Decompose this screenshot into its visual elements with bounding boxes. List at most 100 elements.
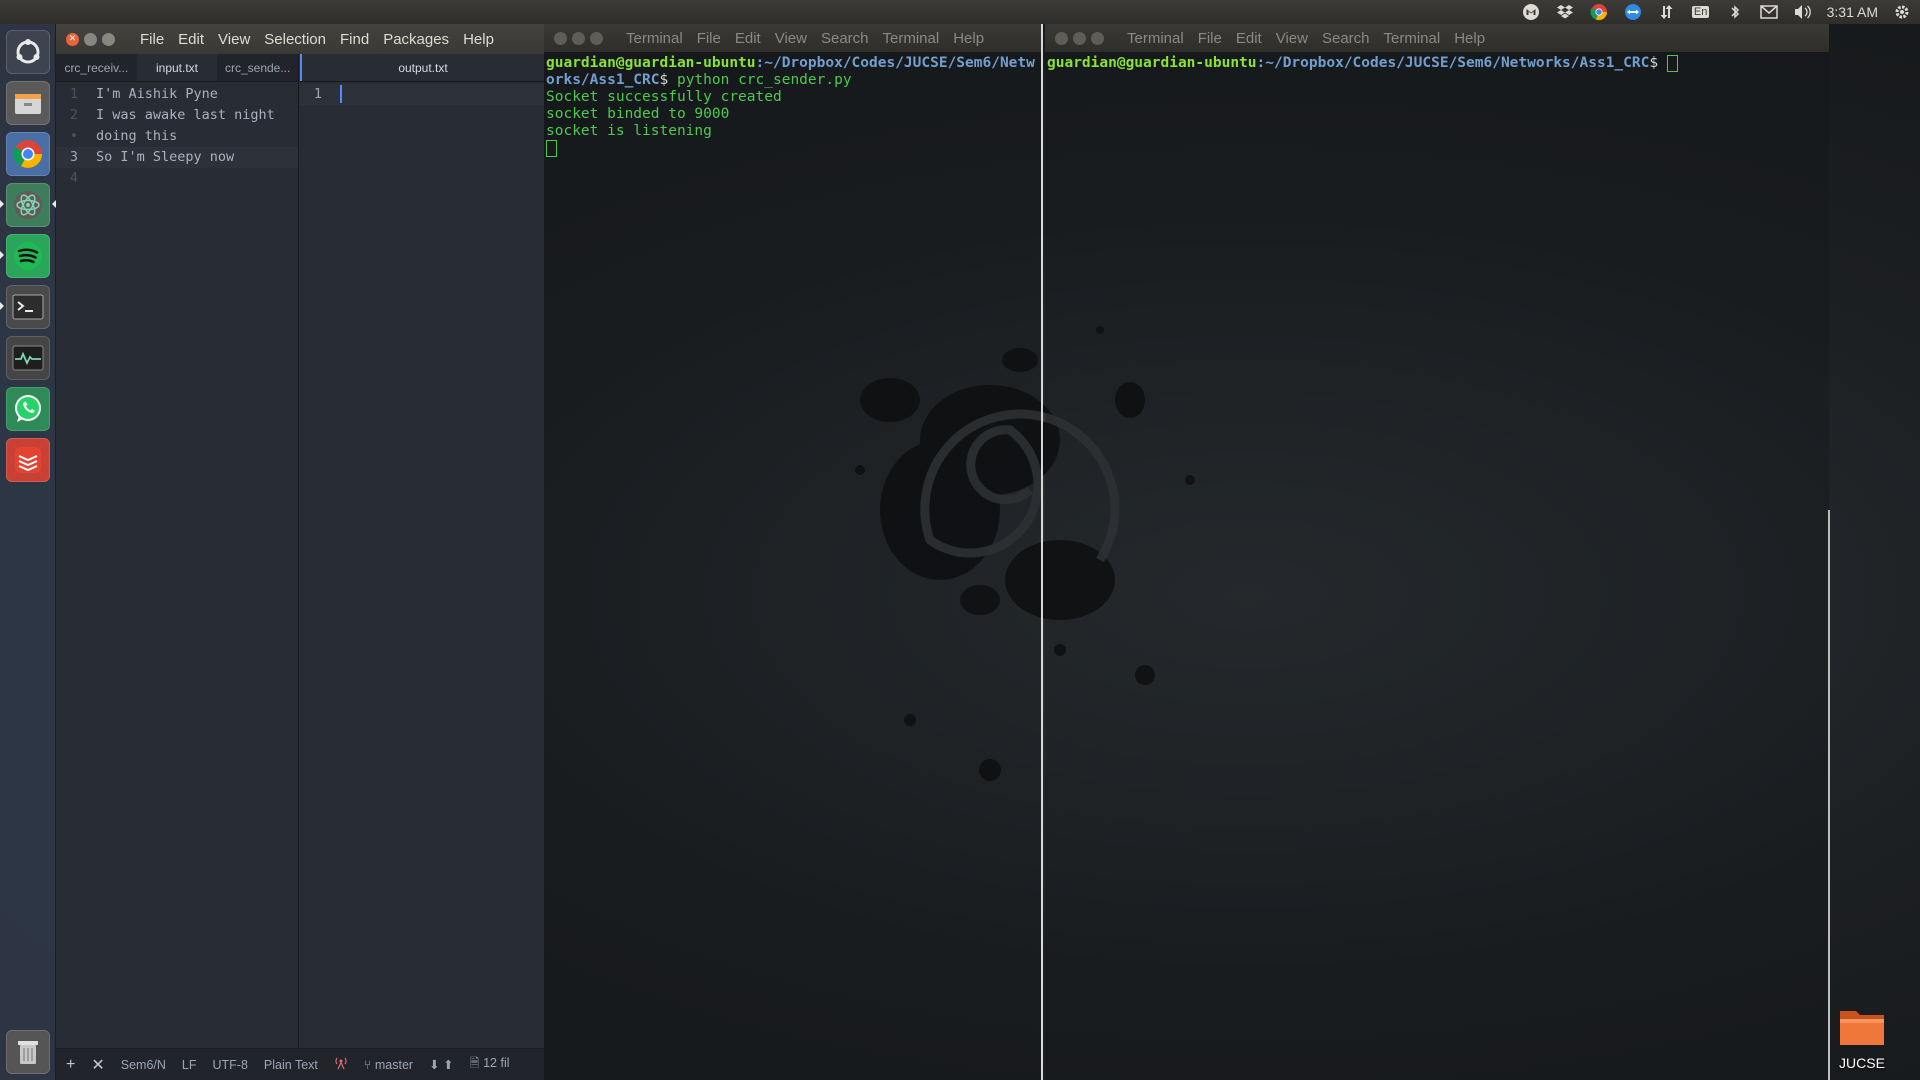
line-text: doing this xyxy=(96,128,178,144)
tab-crc-receiver[interactable]: crc_receiv... xyxy=(56,54,137,81)
code-line: 2 I was awake last night xyxy=(56,105,298,126)
terminal-output[interactable]: guardian@guardian-ubuntu:~/Dropbox/Codes… xyxy=(1045,52,1829,75)
menu-selection[interactable]: Selection xyxy=(264,31,326,48)
git-files-label: 12 fil xyxy=(483,1056,510,1070)
terminal-window-receiver: Terminal File Edit View Search Terminal … xyxy=(1045,24,1829,1080)
mail-icon[interactable] xyxy=(1759,3,1779,21)
whatsapp-icon[interactable] xyxy=(6,387,50,431)
menu-view[interactable]: View xyxy=(1276,30,1308,47)
prompt-user: guardian@guardian-ubuntu xyxy=(1047,55,1257,71)
output-line: Socket successfully created xyxy=(546,89,782,105)
arrow-up-icon: ⬆ xyxy=(443,1058,454,1072)
system-monitor-icon[interactable] xyxy=(6,336,50,380)
menu-edit[interactable]: Edit xyxy=(178,31,204,48)
gear-icon[interactable] xyxy=(1892,3,1912,21)
clock[interactable]: 3:31 AM xyxy=(1827,4,1878,20)
bluetooth-icon[interactable] xyxy=(1725,3,1745,21)
terminal-titlebar: Terminal File Edit View Search Terminal … xyxy=(1045,24,1829,52)
maximize-window-button[interactable] xyxy=(102,32,115,46)
close-pane-button[interactable]: ✕ xyxy=(91,1055,104,1075)
close-window-button[interactable]: ✕ xyxy=(66,32,79,46)
text-cursor xyxy=(340,85,342,103)
editor-pane-right: output.txt 1 xyxy=(300,54,544,1048)
minimize-window-button[interactable] xyxy=(84,32,97,46)
status-encoding[interactable]: UTF-8 xyxy=(213,1058,248,1072)
terminal-titlebar: Terminal File Edit View Search Terminal … xyxy=(544,24,1041,52)
menu-terminal[interactable]: Terminal xyxy=(1384,30,1441,47)
close-window-button[interactable] xyxy=(554,31,567,45)
files-icon[interactable] xyxy=(6,81,50,125)
ubuntu-search-icon[interactable] xyxy=(6,30,50,74)
maximize-window-button[interactable] xyxy=(590,31,603,45)
menu-edit[interactable]: Edit xyxy=(1236,30,1262,47)
tab-crc-sender[interactable]: crc_sende... xyxy=(217,54,298,81)
gmail-icon[interactable] xyxy=(1521,3,1541,21)
status-path[interactable]: Sem6/N xyxy=(121,1058,166,1072)
terminal-menubar: Terminal File Edit View Search Terminal … xyxy=(1127,30,1485,47)
desktop-folder-jucse[interactable]: JUCSE xyxy=(1832,1005,1892,1071)
tab-bar-left: crc_receiv... input.txt crc_sende... xyxy=(56,54,298,82)
menu-help[interactable]: Help xyxy=(463,31,494,48)
command-text: python crc_sender.py xyxy=(668,72,852,88)
add-pane-button[interactable]: + xyxy=(66,1056,75,1074)
line-text xyxy=(86,168,96,189)
menu-help[interactable]: Help xyxy=(1454,30,1485,47)
volume-icon[interactable] xyxy=(1793,3,1813,21)
prompt-path: :~/Dropbox/Codes/JUCSE/Sem6/Networks/Ass… xyxy=(1256,55,1650,71)
trash-icon[interactable] xyxy=(6,1030,50,1074)
tab-input-txt[interactable]: input.txt xyxy=(136,54,218,81)
teamviewer-icon[interactable] xyxy=(1623,3,1643,21)
prompt-user: guardian@guardian-ubuntu xyxy=(546,55,756,71)
menu-file[interactable]: File xyxy=(1198,30,1222,47)
spotify-icon[interactable] xyxy=(6,234,50,278)
menu-help[interactable]: Help xyxy=(953,30,984,47)
menu-find[interactable]: Find xyxy=(340,31,369,48)
line-text: I'm Aishik Pyne xyxy=(96,86,218,102)
menu-packages[interactable]: Packages xyxy=(383,31,449,48)
status-line-ending[interactable]: LF xyxy=(182,1058,197,1072)
git-branch[interactable]: ⑂ master xyxy=(364,1058,413,1072)
broadcast-icon[interactable] xyxy=(334,1056,348,1073)
git-files[interactable]: 🗎 12 fil xyxy=(470,1054,510,1075)
menu-search[interactable]: Search xyxy=(1322,30,1370,47)
top-panel: En 3:31 AM xyxy=(0,0,1920,24)
app-title: Terminal xyxy=(1127,29,1184,47)
menu-edit[interactable]: Edit xyxy=(735,30,761,47)
menu-file[interactable]: File xyxy=(697,30,721,47)
terminal-icon[interactable] xyxy=(6,285,50,329)
close-window-button[interactable] xyxy=(1055,31,1068,45)
git-fetch[interactable]: ⬇ ⬆ xyxy=(429,1057,453,1072)
menu-view[interactable]: View xyxy=(775,30,807,47)
dropbox-icon[interactable] xyxy=(1555,3,1575,21)
atom-icon[interactable] xyxy=(6,183,50,227)
status-grammar[interactable]: Plain Text xyxy=(264,1058,318,1072)
prompt-symbol: $ xyxy=(659,72,669,88)
folder-icon xyxy=(1840,1011,1884,1045)
code-area-left[interactable]: 1 I'm Aishik Pyne 2 I was awake last nig… xyxy=(56,82,298,189)
todoist-icon[interactable] xyxy=(6,438,50,482)
editor-pane-left: crc_receiv... input.txt crc_sende... 1 I… xyxy=(56,54,299,1048)
terminal-output[interactable]: guardian@guardian-ubuntu:~/Dropbox/Codes… xyxy=(544,52,1041,160)
keyboard-en-icon[interactable]: En xyxy=(1691,3,1711,21)
chrome-icon[interactable] xyxy=(1589,3,1609,21)
terminal-cursor xyxy=(1666,55,1678,72)
menu-terminal[interactable]: Terminal xyxy=(883,30,940,47)
code-line: 1 I'm Aishik Pyne xyxy=(56,84,298,105)
menu-file[interactable]: File xyxy=(140,31,164,48)
minimize-window-button[interactable] xyxy=(1073,31,1086,45)
output-line: socket binded to 9000 xyxy=(546,106,730,122)
tab-output-txt[interactable]: output.txt xyxy=(300,54,544,81)
minimize-window-button[interactable] xyxy=(572,31,585,45)
chrome-icon[interactable] xyxy=(6,132,50,176)
terminal-menubar: Terminal File Edit View Search Terminal … xyxy=(626,30,984,47)
line-text: I was awake last night xyxy=(96,107,275,123)
menu-search[interactable]: Search xyxy=(821,30,869,47)
network-arrows-icon[interactable] xyxy=(1657,3,1677,21)
menu-view[interactable]: View xyxy=(218,31,250,48)
line-number: 1 xyxy=(313,86,322,102)
maximize-window-button[interactable] xyxy=(1091,31,1104,45)
line-number: 1 xyxy=(69,86,78,102)
code-area-right[interactable]: 1 xyxy=(300,82,544,105)
status-bar: + ✕ Sem6/N LF UTF-8 Plain Text ⑂ master … xyxy=(56,1048,544,1080)
terminal-scrollbar[interactable] xyxy=(1828,510,1830,1080)
